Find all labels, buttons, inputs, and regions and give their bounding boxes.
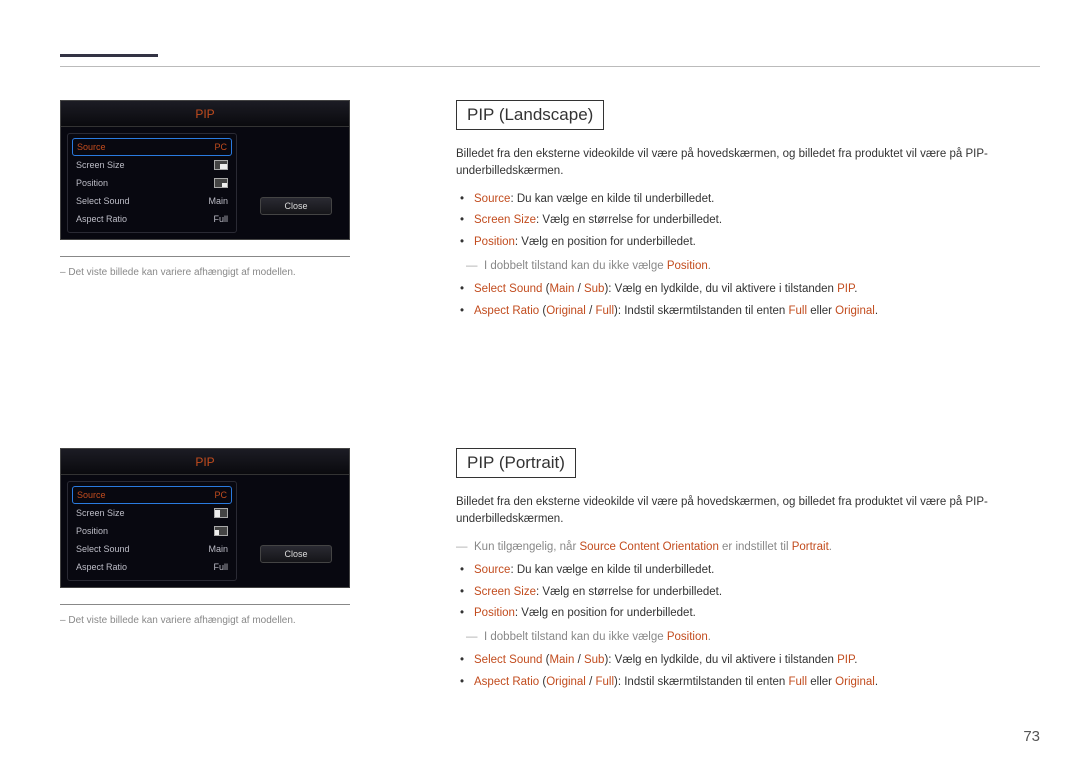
osd-row-selectsound: Select Sound Main	[72, 192, 232, 210]
list-item: Position: Vælg en position for underbill…	[474, 605, 1040, 623]
list-item: Screen Size: Vælg en størrelse for under…	[474, 584, 1040, 602]
list-item: Select Sound (Main / Sub): Vælg en lydki…	[474, 652, 1040, 670]
list-item: Select Sound (Main / Sub): Vælg en lydki…	[474, 281, 1040, 299]
list-item: Source: Du kan vælge en kilde til underb…	[474, 562, 1040, 580]
osd-label: Select Sound	[76, 196, 130, 206]
osd-value: PC	[214, 142, 227, 152]
osd-label: Screen Size	[76, 160, 125, 170]
osd-row-source: Source PC	[72, 486, 232, 504]
osd-preview-portrait: PIP Source PC Screen Size Position	[60, 448, 420, 626]
osd-title: PIP	[61, 101, 349, 127]
osd-value: Full	[213, 214, 228, 224]
osd-row-screensize: Screen Size	[72, 156, 232, 174]
close-button: Close	[260, 197, 332, 215]
osd-label: Position	[76, 178, 108, 188]
note-text: I dobbelt tilstand kan du ikke vælge Pos…	[484, 629, 1040, 646]
osd-row-screensize: Screen Size	[72, 504, 232, 522]
osd-row-source: Source PC	[72, 138, 232, 156]
close-button: Close	[260, 545, 332, 563]
list-item: Aspect Ratio (Original / Full): Indstil …	[474, 674, 1040, 692]
section-pip-portrait: PIP (Portrait) Billedet fra den eksterne…	[456, 448, 1040, 698]
osd-label: Select Sound	[76, 544, 130, 554]
list-item: Aspect Ratio (Original / Full): Indstil …	[474, 303, 1040, 321]
osd-label: Source	[77, 142, 106, 152]
section-pip-landscape: PIP (Landscape) Billedet fra den ekstern…	[456, 100, 1040, 327]
osd-label: Aspect Ratio	[76, 562, 127, 572]
note-text: Kun tilgængelig, når Source Content Orie…	[474, 539, 1040, 556]
osd-value: Main	[208, 196, 228, 206]
osd-row-aspectratio: Aspect Ratio Full	[72, 210, 232, 228]
list-item: Source: Du kan vælge en kilde til underb…	[474, 191, 1040, 209]
position-icon	[214, 178, 228, 188]
osd-label: Screen Size	[76, 508, 125, 518]
osd-row-selectsound: Select Sound Main	[72, 540, 232, 558]
position-icon	[214, 526, 228, 536]
header-divider	[60, 66, 1040, 67]
list-item: Position: Vælg en position for underbill…	[474, 234, 1040, 252]
note-text: I dobbelt tilstand kan du ikke vælge Pos…	[484, 258, 1040, 275]
list-item: Screen Size: Vælg en størrelse for under…	[474, 212, 1040, 230]
osd-label: Source	[77, 490, 106, 500]
section-heading: PIP (Landscape)	[456, 100, 604, 130]
page-number: 73	[1023, 728, 1040, 745]
intro-text: Billedet fra den eksterne videokilde vil…	[456, 146, 1040, 181]
osd-title: PIP	[61, 449, 349, 475]
footnote-divider	[60, 604, 350, 605]
footnote-divider	[60, 256, 350, 257]
osd-preview-landscape: PIP Source PC Screen Size Position	[60, 100, 420, 278]
osd-value: Full	[213, 562, 228, 572]
osd-label: Position	[76, 526, 108, 536]
osd-label: Aspect Ratio	[76, 214, 127, 224]
header-accent-rule	[60, 54, 158, 57]
screensize-icon	[214, 160, 228, 170]
osd-row-position: Position	[72, 174, 232, 192]
osd-value: Main	[208, 544, 228, 554]
osd-value: PC	[214, 490, 227, 500]
section-heading: PIP (Portrait)	[456, 448, 576, 478]
footnote-text: – Det viste billede kan variere afhængig…	[60, 267, 420, 278]
screensize-icon	[214, 508, 228, 518]
osd-row-position: Position	[72, 522, 232, 540]
intro-text: Billedet fra den eksterne videokilde vil…	[456, 494, 1040, 529]
footnote-text: – Det viste billede kan variere afhængig…	[60, 615, 420, 626]
osd-row-aspectratio: Aspect Ratio Full	[72, 558, 232, 576]
